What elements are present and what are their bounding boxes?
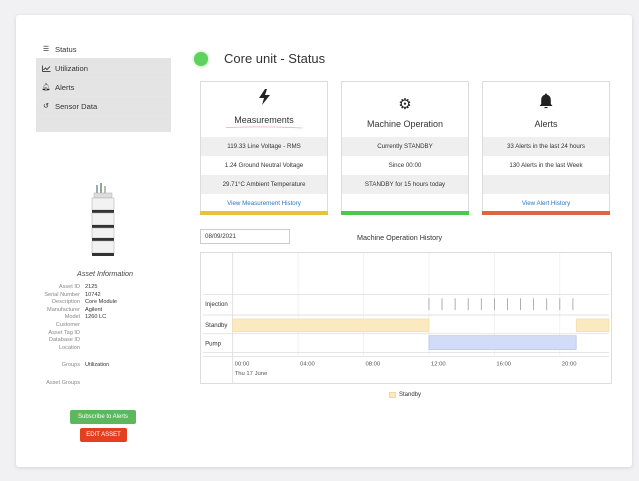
card-header: Alerts — [483, 82, 609, 137]
info-row-description: Description Core Module — [52, 299, 118, 306]
measurements-card: Measurements 119.33 Line Voltage - RMS 1… — [200, 81, 328, 215]
asset-instrument-image — [91, 183, 115, 256]
standby-bar — [575, 318, 610, 333]
sidebar-item-sensor-data[interactable]: ↺ Sensor Data — [36, 97, 171, 116]
card-row — [483, 175, 609, 194]
card-row: 33 Alerts in the last 24 hours — [483, 137, 609, 156]
card-header: ⚙ Machine Operation — [342, 82, 468, 137]
card-row: Currently STANDBY — [342, 137, 468, 156]
subscribe-alerts-button[interactable]: Subscribe to Alerts — [70, 410, 136, 424]
machine-operation-chart: Injection Standby Pump 00:00 04:00 08:00 12:00… — [200, 252, 612, 384]
info-row-asset-tag: Asset Tag ID — [48, 329, 80, 336]
history-icon: ↺ — [43, 103, 49, 110]
sidebar-nav: ☰ Status Utilization 🔔︎ Alerts ↺ Sensor … — [36, 40, 171, 132]
asset-info-table: Asset ID 2125 Serial Number 10742 Descript… — [38, 284, 178, 388]
card-row: 1.24 Ground Neutral Voltage — [224, 162, 304, 169]
sidebar-item-label: Utilization — [55, 63, 88, 73]
x-tick-label: 20:00 — [562, 361, 577, 367]
pump-bar — [428, 335, 577, 350]
info-row-customer: Customer — [55, 321, 80, 328]
alerts-card: Alerts 33 Alerts in the last 24 hours 13… — [482, 81, 610, 215]
history-date-input[interactable] — [200, 229, 290, 244]
status-indicator — [194, 52, 208, 66]
card-status-bar — [482, 211, 610, 215]
chart-title: Machine Operation History — [357, 233, 443, 242]
bolt-icon — [258, 89, 270, 109]
card-row: Since 00:00 — [388, 162, 422, 169]
info-row-database-id: Database ID — [48, 337, 80, 344]
bell-icon — [539, 93, 553, 113]
row-label-standby: Standby — [205, 322, 228, 329]
legend-label-standby: Standby — [399, 392, 422, 398]
x-axis-date-label: Thu 17 June — [235, 371, 268, 377]
machine-operation-card: ⚙ Machine Operation Currently STANDBY Si… — [341, 81, 469, 215]
card-row: 29.71°C Ambient Temperature — [201, 175, 327, 194]
sidebar-item-label: Status — [55, 44, 77, 54]
info-row-asset-id: Asset ID 2125 — [58, 284, 98, 290]
row-label-injection: Injection — [205, 301, 228, 308]
row-label-pump: Pump — [205, 341, 222, 348]
asset-info-title: Asset Information — [77, 269, 133, 278]
card-title: Measurements — [234, 115, 294, 125]
legend-swatch-standby — [389, 392, 396, 398]
standby-bar — [232, 318, 430, 333]
info-row-asset-groups: Asset Groups — [46, 379, 80, 386]
x-tick-label: 08:00 — [365, 361, 380, 367]
card-title: Machine Operation — [366, 119, 444, 129]
info-row-manufacturer: Manufacturer Agilent — [47, 306, 103, 313]
chart-legend: Standby — [389, 392, 421, 398]
x-tick-label: 16:00 — [496, 361, 511, 367]
info-row-groups: Groups Utilization — [61, 362, 110, 369]
card-title-underline — [225, 126, 303, 129]
card-row: STANDBY for 15 hours today — [342, 175, 468, 194]
x-tick-label: 00:00 — [235, 361, 250, 367]
card-status-bar — [200, 211, 328, 215]
info-row-serial: Serial Number 10742 — [44, 291, 101, 298]
x-tick-label: 04:00 — [300, 361, 315, 367]
sidebar-item-label: Sensor Data — [55, 101, 98, 111]
card-status-bar — [341, 211, 469, 215]
card-row: 130 Alerts in the last Week — [509, 162, 583, 169]
info-row-location: Location — [58, 344, 80, 351]
x-tick-label: 12:00 — [431, 361, 446, 367]
card-row: 119.33 Line Voltage - RMS — [201, 137, 327, 156]
card-header: Measurements — [201, 82, 327, 137]
bell-icon: 🔔︎ — [41, 84, 51, 91]
sidebar-item-alerts[interactable]: 🔔︎ Alerts — [36, 78, 171, 97]
sidebar-spacer — [36, 116, 171, 132]
line-chart-icon — [41, 65, 51, 72]
sidebar-item-status[interactable]: ☰ Status — [36, 40, 171, 59]
list-icon: ☰ — [42, 46, 50, 53]
info-row-model: Model 1260 LC — [64, 314, 107, 321]
sidebar-item-label: Alerts — [55, 82, 75, 92]
sidebar-item-utilization[interactable]: Utilization — [36, 59, 171, 78]
card-title: Alerts — [534, 119, 558, 129]
gear-icon: ⚙ — [398, 96, 412, 113]
edit-asset-button[interactable]: EDIT ASSET — [80, 428, 127, 442]
page-title: Core unit - Status — [224, 51, 326, 66]
